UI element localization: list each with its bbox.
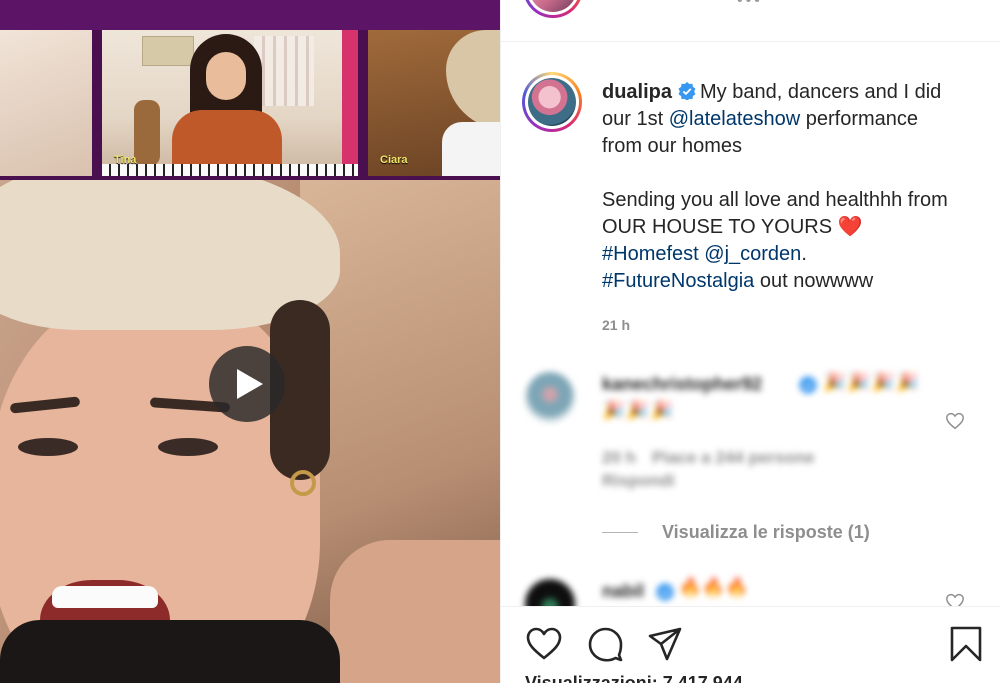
comments-scroll-area[interactable]: dualipa My band, dancers and I did our 1s… (501, 43, 1000, 606)
verified-badge-icon (656, 583, 674, 601)
verified-badge-icon (678, 82, 696, 100)
mention-latelateshow[interactable]: @latelateshow (669, 108, 800, 130)
tile-name-label: Ciara (380, 154, 408, 166)
video-tile-ciara: Ciara (368, 30, 500, 176)
comment-like-heart-icon[interactable] (945, 412, 965, 430)
commenter-username[interactable]: kanechristopher92 (602, 374, 762, 395)
comment-like-heart-icon[interactable] (945, 593, 965, 606)
reply-button[interactable]: Rispondi (602, 471, 675, 491)
eyebrow-left (9, 396, 81, 414)
post-actions-bar: Visualizzazioni: 7.417.944 (501, 606, 1000, 683)
post-detail-panel: ••• dualipa My band, dancers and I did ou… (500, 0, 1000, 683)
comment-likes[interactable]: Piace a 244 persone (652, 448, 815, 467)
comment-icon[interactable] (586, 625, 624, 663)
views-count[interactable]: Visualizzazioni: 7.417.944 (525, 673, 743, 683)
ukulele (134, 100, 160, 166)
heart-icon[interactable] (525, 625, 563, 663)
play-button[interactable] (209, 346, 285, 422)
teeth (52, 586, 158, 608)
piano-keyboard (102, 164, 358, 176)
commenter-avatar[interactable] (525, 579, 575, 606)
wall-map (142, 36, 194, 66)
eye-left (18, 438, 78, 456)
mention-j-corden[interactable]: @j_corden (704, 243, 801, 265)
share-icon[interactable] (646, 625, 684, 663)
wall-photos (254, 36, 314, 106)
curtain (342, 30, 358, 176)
play-icon (237, 369, 263, 399)
caption-period: . (801, 243, 807, 265)
comment-text-line-2: 🎉🎉🎉 (602, 400, 676, 420)
replies-divider-line (602, 531, 638, 533)
main-video-frame (0, 180, 500, 683)
commenter-username[interactable]: nabil (602, 581, 644, 602)
comment-meta: 20 h Piace a 244 persone (602, 448, 815, 468)
comment-text: 🎉🎉🎉🎉 (823, 372, 921, 392)
dancer-shirt (442, 122, 500, 176)
caption-text: dualipa My band, dancers and I did our 1s… (602, 79, 962, 295)
more-icon[interactable]: ••• (737, 0, 763, 10)
tile-name-label: Tina (114, 154, 137, 166)
comment-time[interactable]: 20 h (602, 448, 636, 467)
dancer-hair (446, 30, 500, 130)
earring (290, 470, 316, 496)
singer-top (0, 620, 340, 683)
caption-end: out nowwww (754, 270, 874, 292)
musician-sweater (172, 110, 282, 170)
video-call-strip: Tina Ciara (0, 0, 500, 180)
caption-line-2: Sending you all love and healthhh from O… (602, 189, 948, 238)
header-avatar[interactable] (523, 0, 583, 18)
video-tile-tina: Tina (102, 30, 358, 176)
post-timestamp[interactable]: 21 h (602, 317, 630, 333)
post-header: ••• (501, 0, 1000, 42)
eye-right (158, 438, 218, 456)
author-username[interactable]: dualipa (602, 81, 672, 103)
singer-shoulder (330, 540, 500, 683)
view-replies-button[interactable]: Visualizza le risposte (1) (602, 521, 870, 543)
musician-face (206, 52, 246, 100)
post-video[interactable]: Tina Ciara (0, 0, 500, 683)
hashtag-homefest[interactable]: #Homefest (602, 243, 699, 265)
show-banner (0, 0, 500, 30)
hashtag-futurenostalgia[interactable]: #FutureNostalgia (602, 270, 754, 292)
verified-badge-icon (799, 376, 817, 394)
author-avatar[interactable] (522, 72, 582, 132)
bookmark-icon[interactable] (947, 625, 985, 663)
comment-text: 🔥🔥🔥 (679, 577, 750, 597)
commenter-avatar[interactable] (525, 372, 575, 422)
view-replies-label: Visualizza le risposte (1) (662, 521, 870, 542)
video-tile-left (0, 30, 92, 176)
